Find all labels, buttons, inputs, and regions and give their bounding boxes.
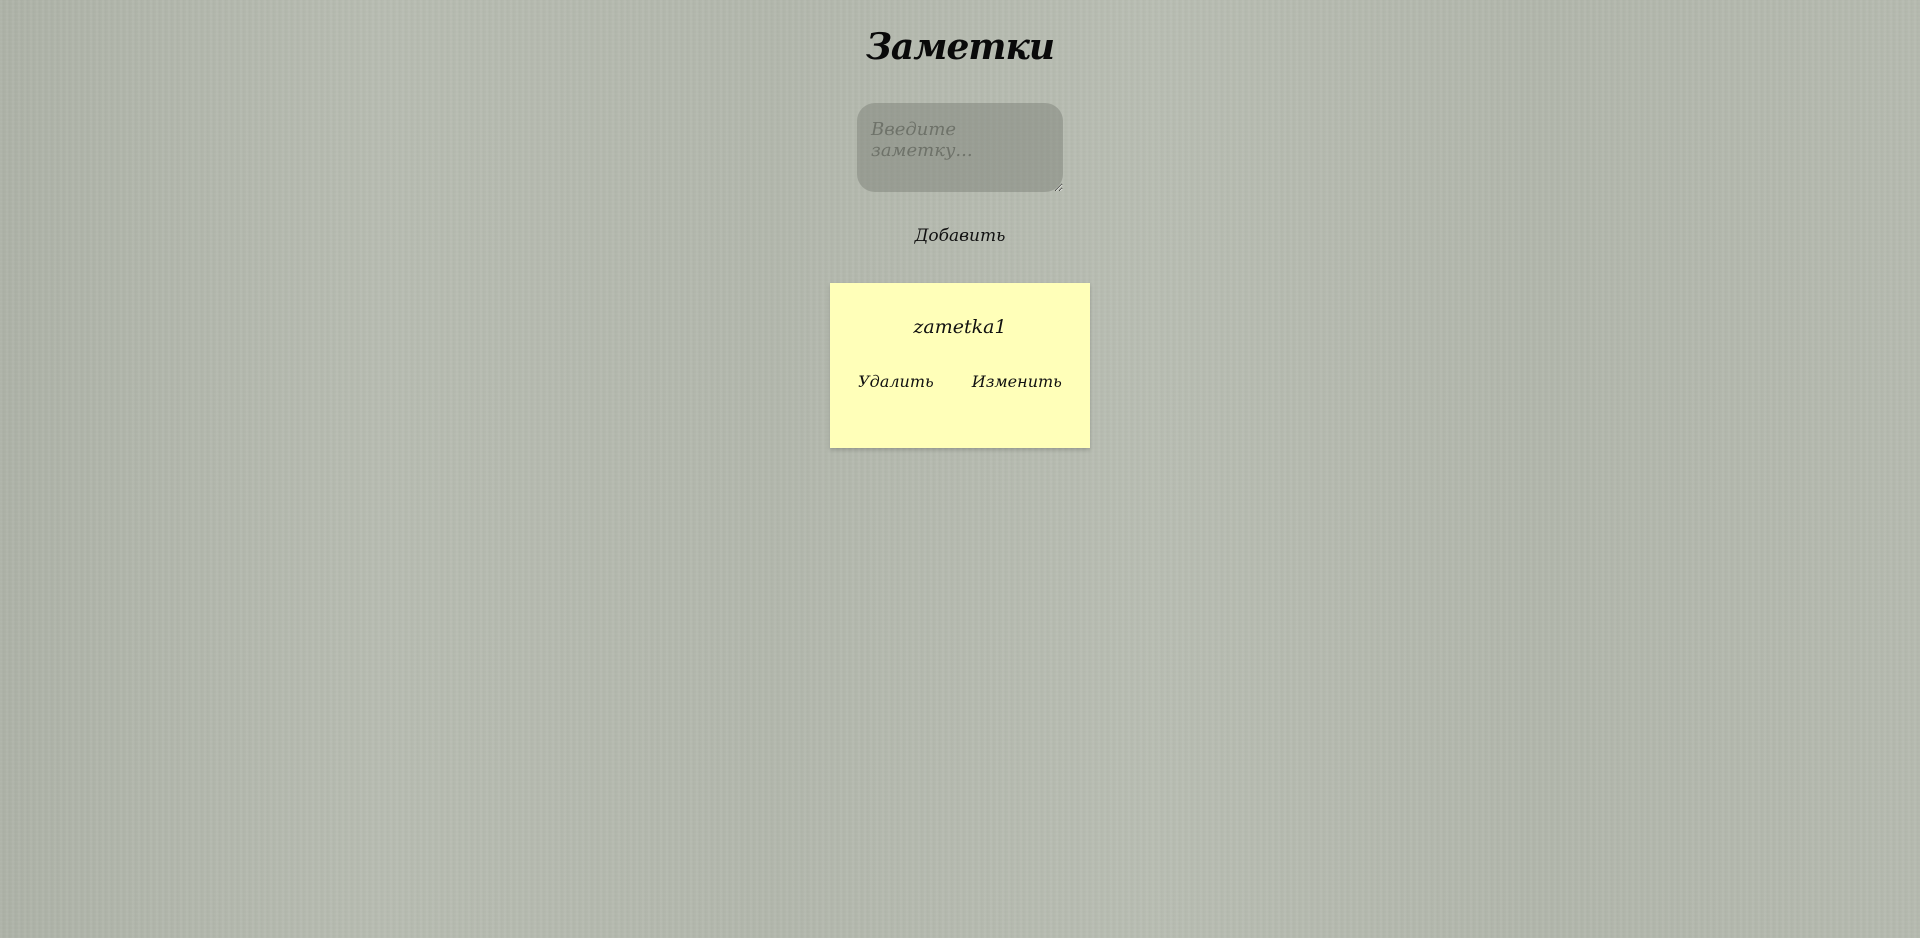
note-input[interactable]	[857, 103, 1063, 192]
edit-note-button[interactable]: Изменить	[968, 372, 1066, 391]
add-note-button[interactable]: Добавить	[900, 222, 1020, 250]
note-text: zametka1	[913, 316, 1007, 338]
page-title: Заметки	[865, 26, 1055, 68]
delete-note-button[interactable]: Удалить	[854, 372, 938, 391]
notes-app: Заметки Добавить zametka1 Удалить Измени…	[0, 0, 1920, 938]
note-actions: Удалить Изменить	[830, 372, 1090, 391]
note-card: zametka1 Удалить Изменить	[830, 283, 1090, 448]
